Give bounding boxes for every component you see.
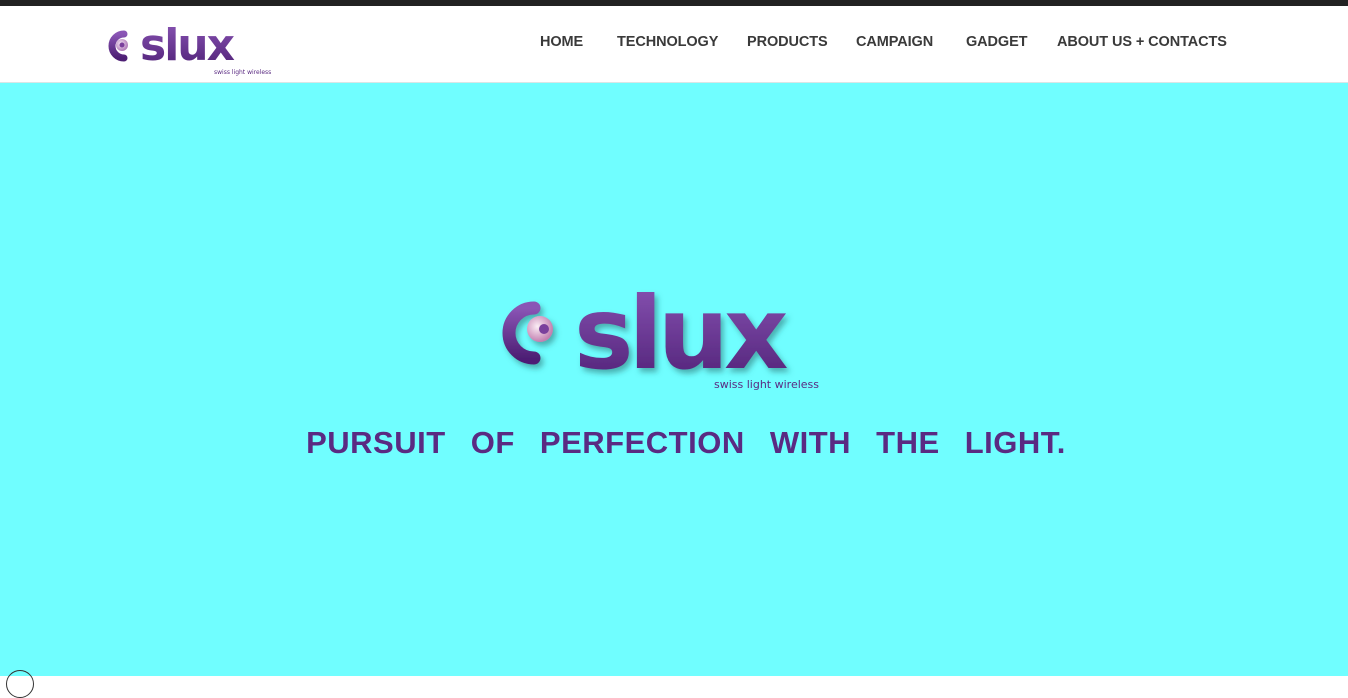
nav-campaign[interactable]: CAMPAIGN xyxy=(856,34,933,50)
nav-home[interactable]: HOME xyxy=(540,34,583,50)
nav-gadget[interactable]: GADGET xyxy=(966,34,1028,50)
nav-products[interactable]: PRODUCTS xyxy=(747,34,828,50)
main-nav: HOME TECHNOLOGY PRODUCTS CAMPAIGN GADGET… xyxy=(0,34,1348,54)
nav-technology[interactable]: TECHNOLOGY xyxy=(617,34,718,50)
site-header: slux swiss light wireless HOME TECHNOLOG… xyxy=(0,6,1348,83)
hero-tagline: PURSUIT OF PERFECTION WITH THE LIGHT. xyxy=(306,425,1066,460)
hero-logo: slux swiss light wireless xyxy=(502,275,819,392)
hero-section: slux swiss light wireless PURSUIT OF PER… xyxy=(0,83,1348,698)
scroll-circle-icon[interactable] xyxy=(6,670,34,698)
svg-text:slux: slux xyxy=(574,275,787,392)
nav-about-contacts[interactable]: ABOUT US + CONTACTS xyxy=(1057,34,1227,50)
svg-text:swiss light wireless: swiss light wireless xyxy=(714,378,819,391)
svg-text:swiss light wireless: swiss light wireless xyxy=(214,69,271,76)
